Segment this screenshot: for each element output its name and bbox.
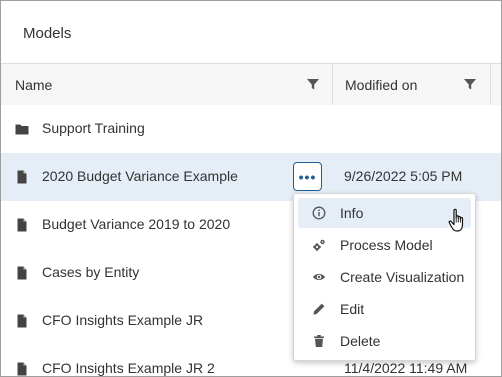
panel-title: Models bbox=[23, 25, 72, 42]
column-header-name[interactable]: Name bbox=[15, 64, 321, 105]
eye-icon bbox=[312, 273, 326, 281]
column-divider[interactable] bbox=[332, 64, 333, 105]
menu-item-info[interactable]: Info bbox=[298, 198, 471, 228]
row-modified: 11/4/2022 11:49 AM bbox=[344, 360, 468, 376]
row-name: Budget Variance 2019 to 2020 bbox=[42, 216, 231, 232]
row-name: 2020 Budget Variance Example bbox=[42, 168, 238, 184]
models-panel: Models Name Modified on Support Training… bbox=[0, 0, 502, 377]
gears-icon bbox=[313, 239, 325, 251]
menu-item-label: Delete bbox=[340, 333, 381, 349]
table-header: Name Modified on bbox=[1, 63, 501, 106]
document-icon bbox=[17, 218, 27, 232]
menu-item-create-visualization[interactable]: Create Visualization bbox=[298, 262, 471, 292]
row-name: Cases by Entity bbox=[42, 264, 140, 280]
menu-item-label: Process Model bbox=[340, 237, 433, 253]
document-icon bbox=[17, 170, 27, 184]
column-divider[interactable] bbox=[490, 64, 491, 105]
row-name: CFO Insights Example JR bbox=[42, 312, 204, 328]
column-header-modified[interactable]: Modified on bbox=[345, 64, 445, 105]
filter-icon[interactable] bbox=[463, 77, 477, 91]
document-icon bbox=[17, 314, 27, 328]
trash-icon bbox=[314, 335, 324, 347]
menu-item-label: Info bbox=[340, 205, 364, 221]
menu-item-edit[interactable]: Edit bbox=[298, 294, 471, 324]
table-row[interactable]: Support Training bbox=[1, 105, 501, 154]
document-icon bbox=[17, 266, 27, 280]
row-modified: 9/26/2022 5:05 PM bbox=[344, 168, 463, 184]
menu-item-label: Create Visualization bbox=[340, 269, 465, 285]
menu-item-process-model[interactable]: Process Model bbox=[298, 230, 471, 260]
hand-pointer-icon bbox=[448, 208, 464, 232]
row-name: CFO Insights Example JR 2 bbox=[42, 360, 215, 376]
menu-item-delete[interactable]: Delete bbox=[298, 326, 471, 356]
row-name: Support Training bbox=[42, 120, 145, 136]
document-icon bbox=[17, 362, 27, 376]
folder-icon bbox=[15, 124, 29, 135]
menu-item-label: Edit bbox=[340, 301, 365, 317]
more-options-button[interactable]: ••• bbox=[293, 162, 322, 191]
filter-icon[interactable] bbox=[306, 77, 320, 91]
pencil-icon bbox=[313, 303, 325, 315]
info-icon bbox=[312, 206, 326, 220]
